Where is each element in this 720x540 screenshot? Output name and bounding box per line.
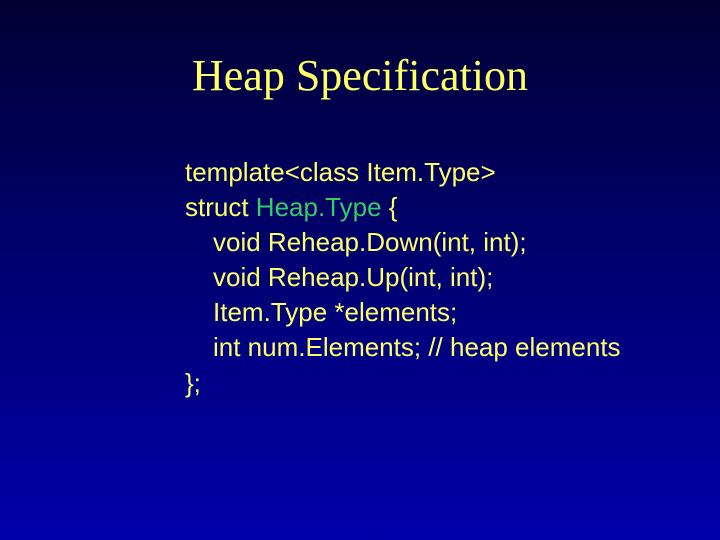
code-line: void Reheap.Down(int, int); — [185, 225, 660, 260]
slide-title: Heap Specification — [0, 50, 720, 101]
code-line: void Reheap.Up(int, int); — [185, 260, 660, 295]
keyword-struct: struct — [185, 192, 256, 222]
code-block: template<class Item.Type> struct Heap.Ty… — [185, 155, 660, 401]
code-line: }; — [185, 366, 660, 401]
code-line: Item.Type *elements; — [185, 295, 660, 330]
code-line: template<class Item.Type> — [185, 155, 660, 190]
slide: Heap Specification template<class Item.T… — [0, 0, 720, 540]
type-name: Heap.Type — [256, 192, 382, 222]
brace-open: { — [382, 192, 398, 222]
code-line: int num.Elements; // heap elements — [185, 330, 660, 365]
code-line: struct Heap.Type { — [185, 190, 660, 225]
